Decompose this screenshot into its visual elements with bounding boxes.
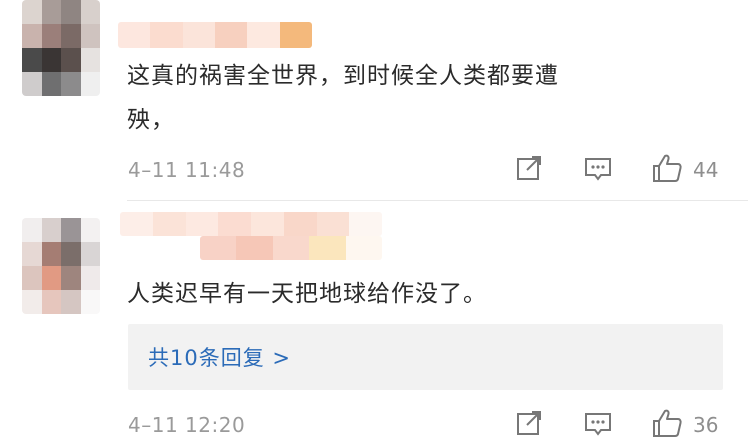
comment-time: 4–11 11:48 — [128, 158, 246, 182]
like-icon[interactable] — [650, 406, 684, 440]
username-blurred[interactable] — [118, 22, 312, 48]
comment-icon[interactable] — [582, 409, 614, 439]
share-icon[interactable] — [514, 408, 544, 438]
like-icon[interactable] — [650, 151, 684, 185]
username-blurred[interactable] — [120, 212, 382, 236]
username-blurred-row2 — [200, 236, 382, 260]
like-count: 36 — [693, 413, 719, 437]
comment-time: 4–11 12:20 — [128, 413, 246, 437]
reply-summary-box[interactable]: 共10条回复 > — [128, 324, 723, 390]
comment-text: 人类迟早有一天把地球给作没了。 — [127, 281, 487, 307]
comment-icon[interactable] — [582, 154, 614, 184]
like-count: 44 — [693, 158, 719, 182]
comment-item: 人类迟早有一天把地球给作没了。 共10条回复 > 4–11 12:20 36 — [0, 200, 748, 444]
view-replies-link[interactable]: 共10条回复 > — [148, 342, 291, 372]
share-icon[interactable] — [514, 153, 544, 183]
avatar[interactable] — [22, 218, 100, 314]
avatar[interactable] — [22, 0, 100, 96]
comment-item: 这真的祸害全世界，到时候全人类都要遭 殃， 4–11 11:48 44 — [0, 0, 748, 200]
comment-text: 这真的祸害全世界，到时候全人类都要遭 殃， — [127, 63, 559, 133]
